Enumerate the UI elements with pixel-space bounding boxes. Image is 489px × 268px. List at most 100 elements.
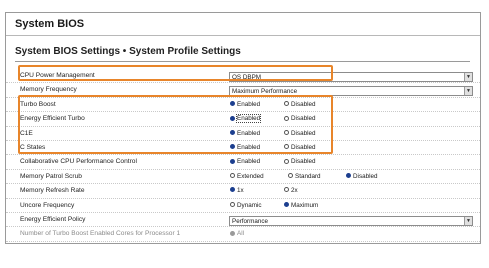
radio-label: 2x [291,187,298,195]
row-divider [6,139,480,141]
setting-row-energy-efficient-turbo: Energy Efficient Turbo Enabled Disabled [6,114,480,128]
radio-button-icon[interactable] [284,187,289,193]
row-divider [6,154,480,156]
radio-button-icon[interactable] [230,201,235,207]
radio-button-icon[interactable] [230,144,235,150]
select-value: Performance [232,217,269,225]
chevron-down-icon[interactable]: ▼ [464,87,472,96]
radio-label: Maximum [291,201,319,209]
setting-row-memory-patrol-scrub: Memory Patrol Scrub Extended Standard Disab… [6,172,480,186]
row-divider [6,197,480,199]
setting-label: Energy Efficient Policy [20,215,86,223]
setting-row-turbo-boost: Turbo Boost Enabled Disabled [6,100,480,114]
radio-label: 1x [237,187,244,195]
setting-row-cpu-power-management: CPU Power Management OS DBPM ▼ [6,71,480,85]
radio-label: Enabled [237,129,261,137]
row-divider [6,240,480,242]
radio-label: Disabled [291,143,316,151]
select-value: OS DBPM [232,74,262,81]
radio-disabled[interactable]: Disabled [346,173,378,180]
chevron-down-icon[interactable]: ▼ [464,73,472,81]
setting-label: Number of Turbo Boost Enabled Cores for … [20,230,181,238]
radio-label: Enabled [235,114,262,124]
radio-enabled[interactable]: Enabled [230,130,260,137]
setting-label: Memory Patrol Scrub [20,172,82,180]
radio-label: Disabled [291,100,316,108]
radio-enabled[interactable]: Enabled [230,144,260,151]
row-divider [6,211,480,213]
setting-row-memory-frequency: Memory Frequency Maximum Performance ▼ [6,85,480,99]
radio-button-icon[interactable] [284,101,289,107]
radio-extended[interactable]: Extended [230,173,264,180]
setting-row-c-states: C States Enabled Disabled [6,143,480,157]
radio-maximum[interactable]: Maximum [284,202,318,209]
setting-row-c1e: C1E Enabled Disabled [6,129,480,143]
row-divider [6,82,480,84]
radio-enabled[interactable]: Enabled [230,158,260,165]
radio-button-icon[interactable] [284,158,289,164]
radio-button-icon[interactable] [284,144,289,150]
radio-button-icon[interactable] [230,158,235,164]
setting-label: Memory Refresh Rate [20,187,85,195]
radio-disabled[interactable]: Disabled [284,130,316,137]
setting-label: Energy Efficient Turbo [20,115,85,123]
radio-label: Enabled [237,143,261,151]
radio-button-icon[interactable] [346,173,351,179]
select-value: Maximum Performance [232,88,298,96]
radio-button-icon[interactable] [284,115,289,121]
chevron-down-icon[interactable]: ▼ [464,216,472,225]
radio-label: Enabled [237,158,261,166]
radio-disabled[interactable]: Disabled [284,115,316,122]
radio-2x[interactable]: 2x [284,187,298,194]
settings-list: CPU Power Management OS DBPM ▼ Memory Frequ… [6,71,480,244]
row-divider [6,168,480,170]
radio-button-icon[interactable] [288,173,293,179]
row-divider [6,226,480,228]
cpu-power-management-select[interactable]: OS DBPM ▼ [229,72,473,82]
radio-label: All [237,230,244,238]
radio-label: Standard [295,172,321,180]
radio-label: Disabled [291,129,316,137]
setting-label: Uncore Frequency [20,201,75,209]
radio-button-icon[interactable] [230,187,235,193]
radio-1x[interactable]: 1x [230,187,244,194]
setting-row-energy-efficient-policy: Energy Efficient Policy Performance ▼ [6,215,480,229]
setting-row-uncore-frequency: Uncore Frequency Dynamic Maximum [6,201,480,215]
setting-row-number-of-turbo-boost-enabled-cores-for-processor-1: Number of Turbo Boost Enabled Cores for … [6,229,480,243]
radio-button-icon[interactable] [284,201,289,207]
radio-button-icon[interactable] [230,115,235,121]
radio-button-icon [230,230,235,236]
radio-disabled[interactable]: Disabled [284,101,316,108]
radio-label: Disabled [291,158,316,166]
radio-disabled[interactable]: Disabled [284,144,316,151]
divider [15,61,470,62]
memory-frequency-select[interactable]: Maximum Performance ▼ [229,86,473,97]
radio-label: Disabled [353,172,378,180]
setting-label: C States [20,143,46,151]
row-divider [6,183,480,185]
radio-standard[interactable]: Standard [288,173,321,180]
radio-button-icon[interactable] [230,129,235,135]
radio-button-icon[interactable] [284,129,289,135]
setting-row-memory-refresh-rate: Memory Refresh Rate 1x 2x [6,186,480,200]
radio-button-icon[interactable] [230,173,235,179]
energy-efficient-policy-select[interactable]: Performance ▼ [229,215,473,226]
window-title: System BIOS [6,13,480,36]
radio-label: Dynamic [237,201,262,209]
radio-dynamic[interactable]: Dynamic [230,202,262,209]
setting-label: Turbo Boost [20,100,56,108]
radio-enabled[interactable]: Enabled [230,114,262,124]
radio-all: All [230,230,244,237]
radio-label: Disabled [291,115,316,123]
page-title: System BIOS Settings • System Profile Se… [15,46,241,57]
setting-row-collaborative-cpu-performance-control: Collaborative CPU Performance Control Ena… [6,157,480,171]
row-divider [6,111,480,113]
setting-label: CPU Power Management [20,72,95,79]
radio-label: Enabled [237,100,261,108]
radio-disabled[interactable]: Disabled [284,158,316,165]
setting-label: Collaborative CPU Performance Control [20,158,137,166]
row-divider [6,96,480,98]
row-divider [6,125,480,127]
radio-button-icon[interactable] [230,101,235,107]
radio-enabled[interactable]: Enabled [230,101,260,108]
